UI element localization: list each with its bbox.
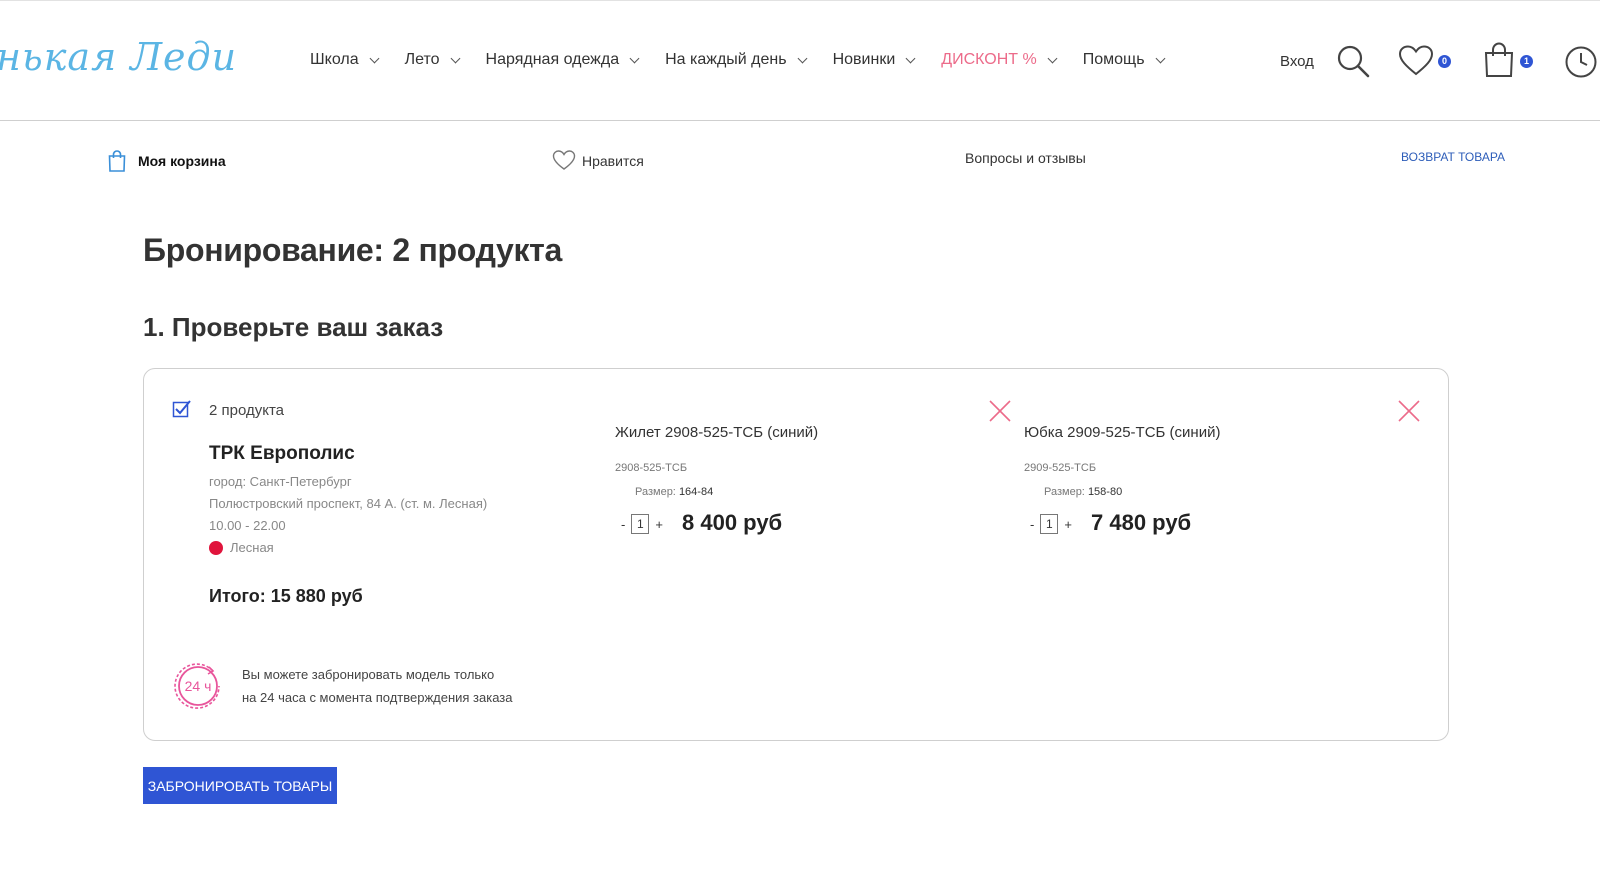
nav-item-label: На каждый день <box>665 51 787 68</box>
qty-plus-button[interactable]: + <box>655 517 663 532</box>
login-link[interactable]: Вход <box>1280 53 1314 70</box>
store-city: город: Санкт-Петербург <box>209 474 352 489</box>
metro-label: Лесная <box>230 540 274 555</box>
store-hours: 10.00 - 22.00 <box>209 518 286 533</box>
note-line-1: Вы можете забронировать модель только <box>242 667 495 682</box>
search-icon[interactable] <box>1336 44 1370 78</box>
step-title: 1. Проверьте ваш заказ <box>143 312 444 342</box>
subnav-likes-label: Нравится <box>582 152 644 169</box>
timer-24h-label: 24 ч <box>185 678 212 694</box>
product-size: Размер: 164-84 <box>635 486 713 498</box>
nav-item-discount[interactable]: ДИСКОНТ % <box>941 51 1058 69</box>
checkbox-icon[interactable] <box>172 399 192 419</box>
nav-item-label: Нарядная одежда <box>485 51 620 68</box>
logo[interactable]: нькая Леди <box>0 35 237 79</box>
chevron-down-icon <box>369 53 380 63</box>
page-title: Бронирование: 2 продукта <box>143 232 563 268</box>
product-price: 7 480 руб <box>1091 510 1192 535</box>
size-value: 164-84 <box>678 486 714 498</box>
chevron-down-icon <box>797 53 808 63</box>
qty-minus-button[interactable]: - <box>621 517 625 532</box>
chevron-down-icon <box>905 53 916 63</box>
product-name[interactable]: Юбка 2909-525-ТСБ (синий) <box>1024 424 1220 441</box>
wishlist-count-badge: 0 <box>1438 55 1451 68</box>
product-sku: 2908-525-ТСБ <box>615 462 688 474</box>
timer-24h-icon: 24 ч <box>174 663 220 709</box>
size-value: 158-80 <box>1087 486 1123 498</box>
nav-item-school[interactable]: Школа <box>310 51 380 69</box>
site-header: нькая Леди Школа Лето Нарядная одежда На… <box>0 1 1600 121</box>
nav-item-label: Лето <box>404 51 440 68</box>
note-line-2: на 24 часа с момента подтверждения заказ… <box>242 690 513 705</box>
bag-icon <box>108 150 126 172</box>
bag-icon[interactable] <box>1483 42 1515 78</box>
nav-item-everyday[interactable]: На каждый день <box>665 51 808 69</box>
cart-count-badge: 1 <box>1520 55 1533 68</box>
nav-item-label: Школа <box>310 51 359 68</box>
subnav-qa[interactable]: Вопросы и отзывы <box>965 150 1086 166</box>
qty-input[interactable]: 1 <box>1040 514 1059 534</box>
close-icon[interactable] <box>1398 400 1420 422</box>
heart-icon <box>552 150 576 170</box>
quantity-stepper: - 1 + <box>621 514 663 534</box>
quantity-stepper: - 1 + <box>1030 514 1072 534</box>
qty-plus-button[interactable]: + <box>1064 517 1072 532</box>
chevron-down-icon <box>1047 53 1058 63</box>
main-nav: Школа Лето Нарядная одежда На каждый ден… <box>310 51 1191 69</box>
store-name: ТРК Европолис <box>209 443 355 464</box>
heart-icon[interactable] <box>1398 45 1434 77</box>
subnav-cart-label: Моя корзина <box>138 153 226 169</box>
close-icon[interactable] <box>989 400 1011 422</box>
metro-dot-icon <box>209 540 223 555</box>
nav-item-summer[interactable]: Лето <box>404 51 460 69</box>
nav-item-label: Новинки <box>832 51 896 68</box>
nav-item-label: ДИСКОНТ % <box>941 51 1037 68</box>
store-address: Полюстровский проспект, 84 А. (ст. м. Ле… <box>209 496 488 511</box>
subnav-cart[interactable]: Моя корзина <box>108 150 226 172</box>
subnav-likes[interactable]: Нравится <box>552 150 644 171</box>
qty-minus-button[interactable]: - <box>1030 517 1034 532</box>
nav-item-help[interactable]: Помощь <box>1082 51 1165 69</box>
chevron-down-icon <box>450 53 460 63</box>
size-label: Размер: <box>1044 486 1085 498</box>
qty-input[interactable]: 1 <box>631 514 650 534</box>
order-total: Итого: 15 880 руб <box>209 586 363 606</box>
book-items-button[interactable]: ЗАБРОНИРОВАТЬ ТОВАРЫ <box>143 767 337 804</box>
subnav-return[interactable]: ВОЗВРАТ ТОВАРА <box>1401 150 1505 164</box>
clock-icon[interactable] <box>1564 45 1598 79</box>
product-name[interactable]: Жилет 2908-525-ТСБ (синий) <box>615 424 818 441</box>
size-label: Размер: <box>635 486 676 498</box>
store-metro: Лесная <box>209 540 274 555</box>
nav-item-new[interactable]: Новинки <box>832 51 916 69</box>
product-count: 2 продукта <box>209 402 285 419</box>
account-subnav: Моя корзина Нравится Вопросы и отзывы ВО… <box>0 140 1600 180</box>
chevron-down-icon <box>1155 53 1165 63</box>
product-sku: 2909-525-ТСБ <box>1024 462 1097 474</box>
product-size: Размер: 158-80 <box>1044 486 1122 498</box>
nav-item-label: Помощь <box>1082 51 1145 68</box>
nav-item-formal[interactable]: Нарядная одежда <box>485 51 640 69</box>
product-price: 8 400 руб <box>682 510 783 535</box>
chevron-down-icon <box>629 53 640 63</box>
